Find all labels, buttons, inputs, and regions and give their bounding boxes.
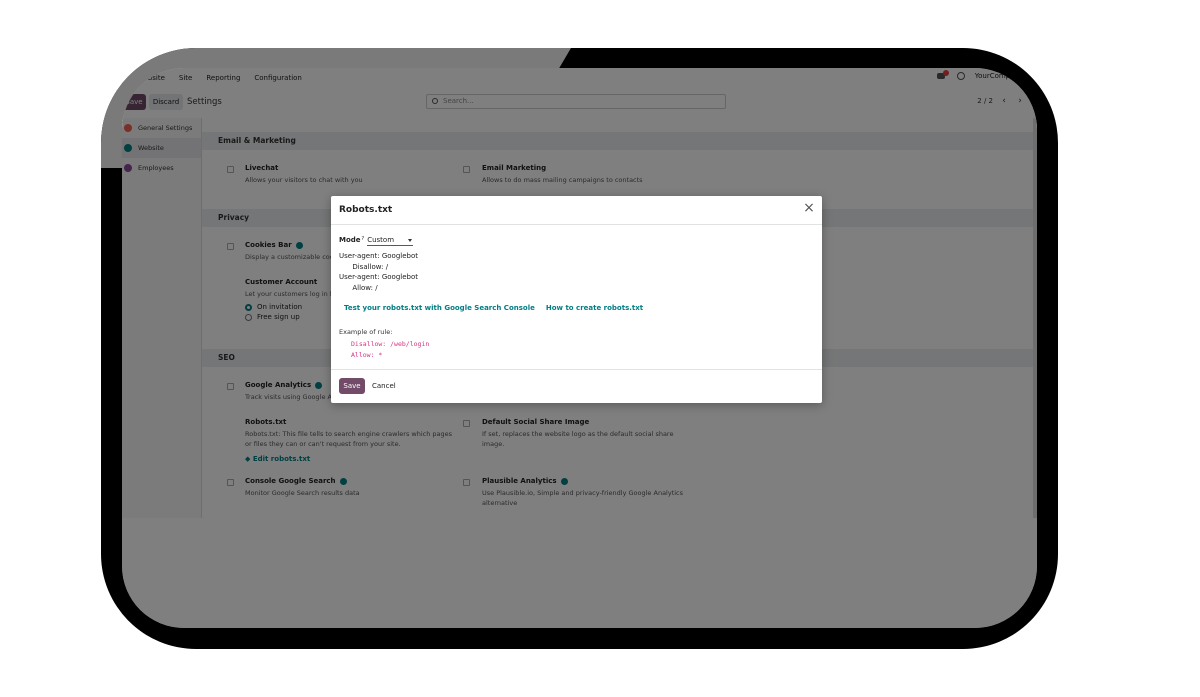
robots-line: Allow: /	[339, 283, 378, 292]
dialog-cancel-button[interactable]: Cancel	[372, 378, 396, 394]
chevron-down-icon	[408, 239, 413, 242]
mode-row: Mode ? Custom	[339, 236, 814, 246]
robots-line: User-agent: Googlebot	[339, 252, 418, 260]
robots-line: Disallow: /	[339, 262, 389, 271]
dialog-footer: Save Cancel	[331, 369, 822, 403]
robots-content[interactable]: User-agent: Googlebot Disallow: / User-a…	[339, 251, 814, 293]
close-icon[interactable]: ×	[802, 201, 816, 215]
robots-txt-dialog: Robots.txt × Mode ? Custom User-agent: G…	[331, 196, 822, 403]
dialog-header: Robots.txt ×	[331, 196, 822, 225]
example-line: Allow: *	[351, 350, 383, 359]
dialog-save-button[interactable]: Save	[339, 378, 365, 394]
dialog-body: Mode ? Custom User-agent: Googlebot Disa…	[339, 236, 814, 360]
example-code: Disallow: /web/login Allow: *	[339, 339, 814, 360]
mode-help-icon[interactable]: ?	[362, 236, 365, 242]
device-frame: Website Site Reporting Configuration You…	[101, 48, 1058, 649]
dialog-title: Robots.txt	[339, 205, 393, 215]
robots-line: User-agent: Googlebot	[339, 273, 418, 281]
test-robots-link[interactable]: Test your robots.txt with Google Search …	[344, 304, 535, 312]
example-line: Disallow: /web/login	[351, 340, 430, 348]
screen: Website Site Reporting Configuration You…	[122, 68, 1037, 628]
mode-select[interactable]: Custom	[367, 236, 414, 246]
mode-value: Custom	[367, 236, 395, 244]
mode-label: Mode	[339, 236, 361, 244]
stage: Website Site Reporting Configuration You…	[0, 0, 1200, 697]
help-links: Test your robots.txt with Google Search …	[339, 304, 814, 312]
example-label: Example of rule:	[339, 328, 393, 336]
how-to-create-link[interactable]: How to create robots.txt	[546, 304, 643, 312]
